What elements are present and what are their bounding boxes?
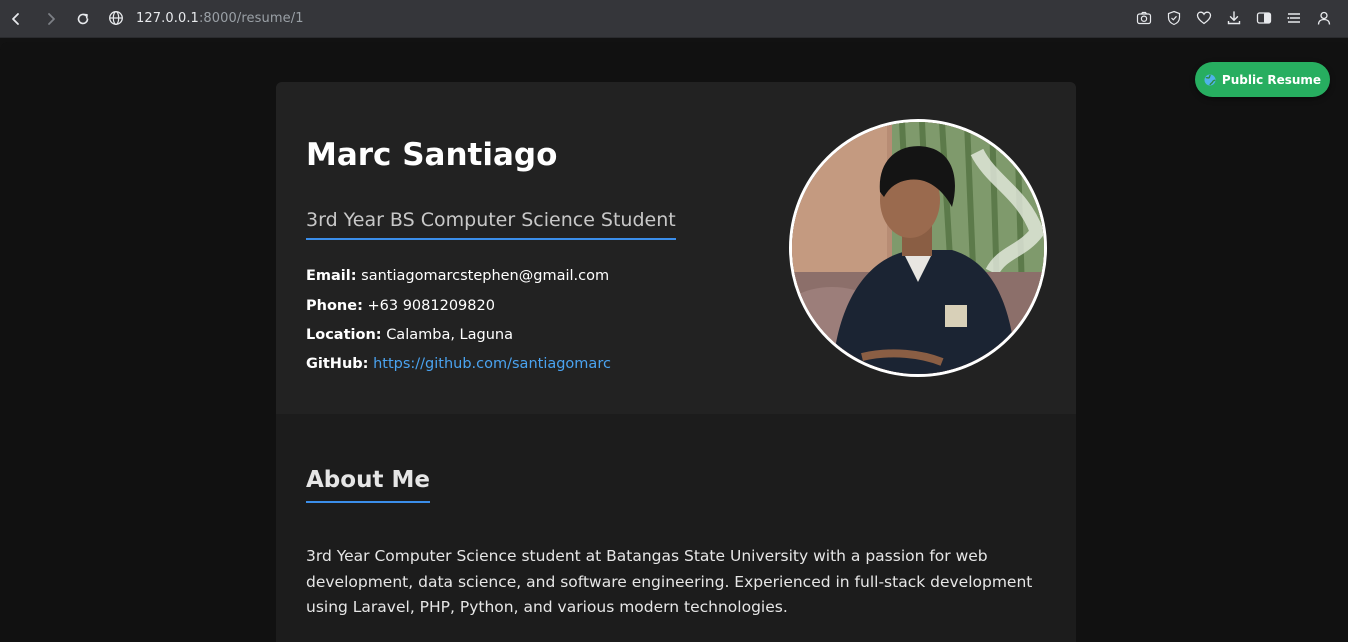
- about-heading: About Me: [306, 467, 430, 503]
- public-resume-label: Public Resume: [1221, 72, 1322, 87]
- github-label: GitHub:: [306, 356, 369, 372]
- about-text: 3rd Year Computer Science student at Bat…: [306, 544, 1046, 621]
- github-link[interactable]: https://github.com/santiagomarc: [373, 356, 611, 372]
- address-bar[interactable]: 127.0.0.1:8000/resume/1: [136, 11, 304, 26]
- about-line: using Laravel, PHP, Python, and various …: [306, 598, 788, 616]
- shield-icon[interactable]: [1166, 10, 1182, 26]
- public-resume-button[interactable]: Public Resume: [1195, 62, 1330, 97]
- url-host: 127.0.0.1: [136, 11, 199, 26]
- contact-location: Location: Calamba, Laguna: [306, 327, 513, 343]
- email-label: Email:: [306, 268, 357, 284]
- resume-card: Marc Santiago 3rd Year BS Computer Scien…: [276, 82, 1076, 642]
- download-icon[interactable]: [1226, 10, 1242, 26]
- url-path: :8000/resume/1: [198, 11, 304, 26]
- sidebar-icon[interactable]: [1256, 10, 1272, 26]
- profile-icon[interactable]: [1316, 10, 1332, 26]
- browser-toolbar: 127.0.0.1:8000/resume/1: [0, 0, 1348, 38]
- resume-header: Marc Santiago 3rd Year BS Computer Scien…: [276, 82, 1076, 414]
- profile-photo: [789, 119, 1047, 377]
- page-viewport: Public Resume Marc Santiago 3rd Year BS …: [0, 42, 1348, 642]
- globe-icon[interactable]: [108, 10, 124, 26]
- chevron-left-icon[interactable]: [6, 9, 26, 29]
- globe-icon: [1204, 74, 1216, 86]
- contact-github: GitHub: https://github.com/santiagomarc: [306, 356, 611, 372]
- location-label: Location:: [306, 327, 382, 343]
- person-name: Marc Santiago: [306, 137, 558, 173]
- location-value: Calamba, Laguna: [386, 327, 513, 343]
- person-title: 3rd Year BS Computer Science Student: [306, 209, 676, 240]
- about-line: development, data science, and software …: [306, 572, 1033, 591]
- about-line: 3rd Year Computer Science student at Bat…: [306, 547, 988, 565]
- chevron-right-icon[interactable]: [41, 9, 61, 29]
- email-value: santiagomarcstephen@gmail.com: [361, 268, 610, 284]
- contact-email: Email: santiagomarcstephen@gmail.com: [306, 268, 609, 284]
- phone-label: Phone:: [306, 298, 363, 314]
- menu-icon[interactable]: [1286, 10, 1302, 26]
- heart-icon[interactable]: [1196, 10, 1212, 26]
- reload-icon[interactable]: [73, 9, 93, 29]
- contact-phone: Phone: +63 9081209820: [306, 298, 495, 314]
- camera-icon[interactable]: [1136, 10, 1152, 26]
- phone-value: +63 9081209820: [367, 298, 495, 314]
